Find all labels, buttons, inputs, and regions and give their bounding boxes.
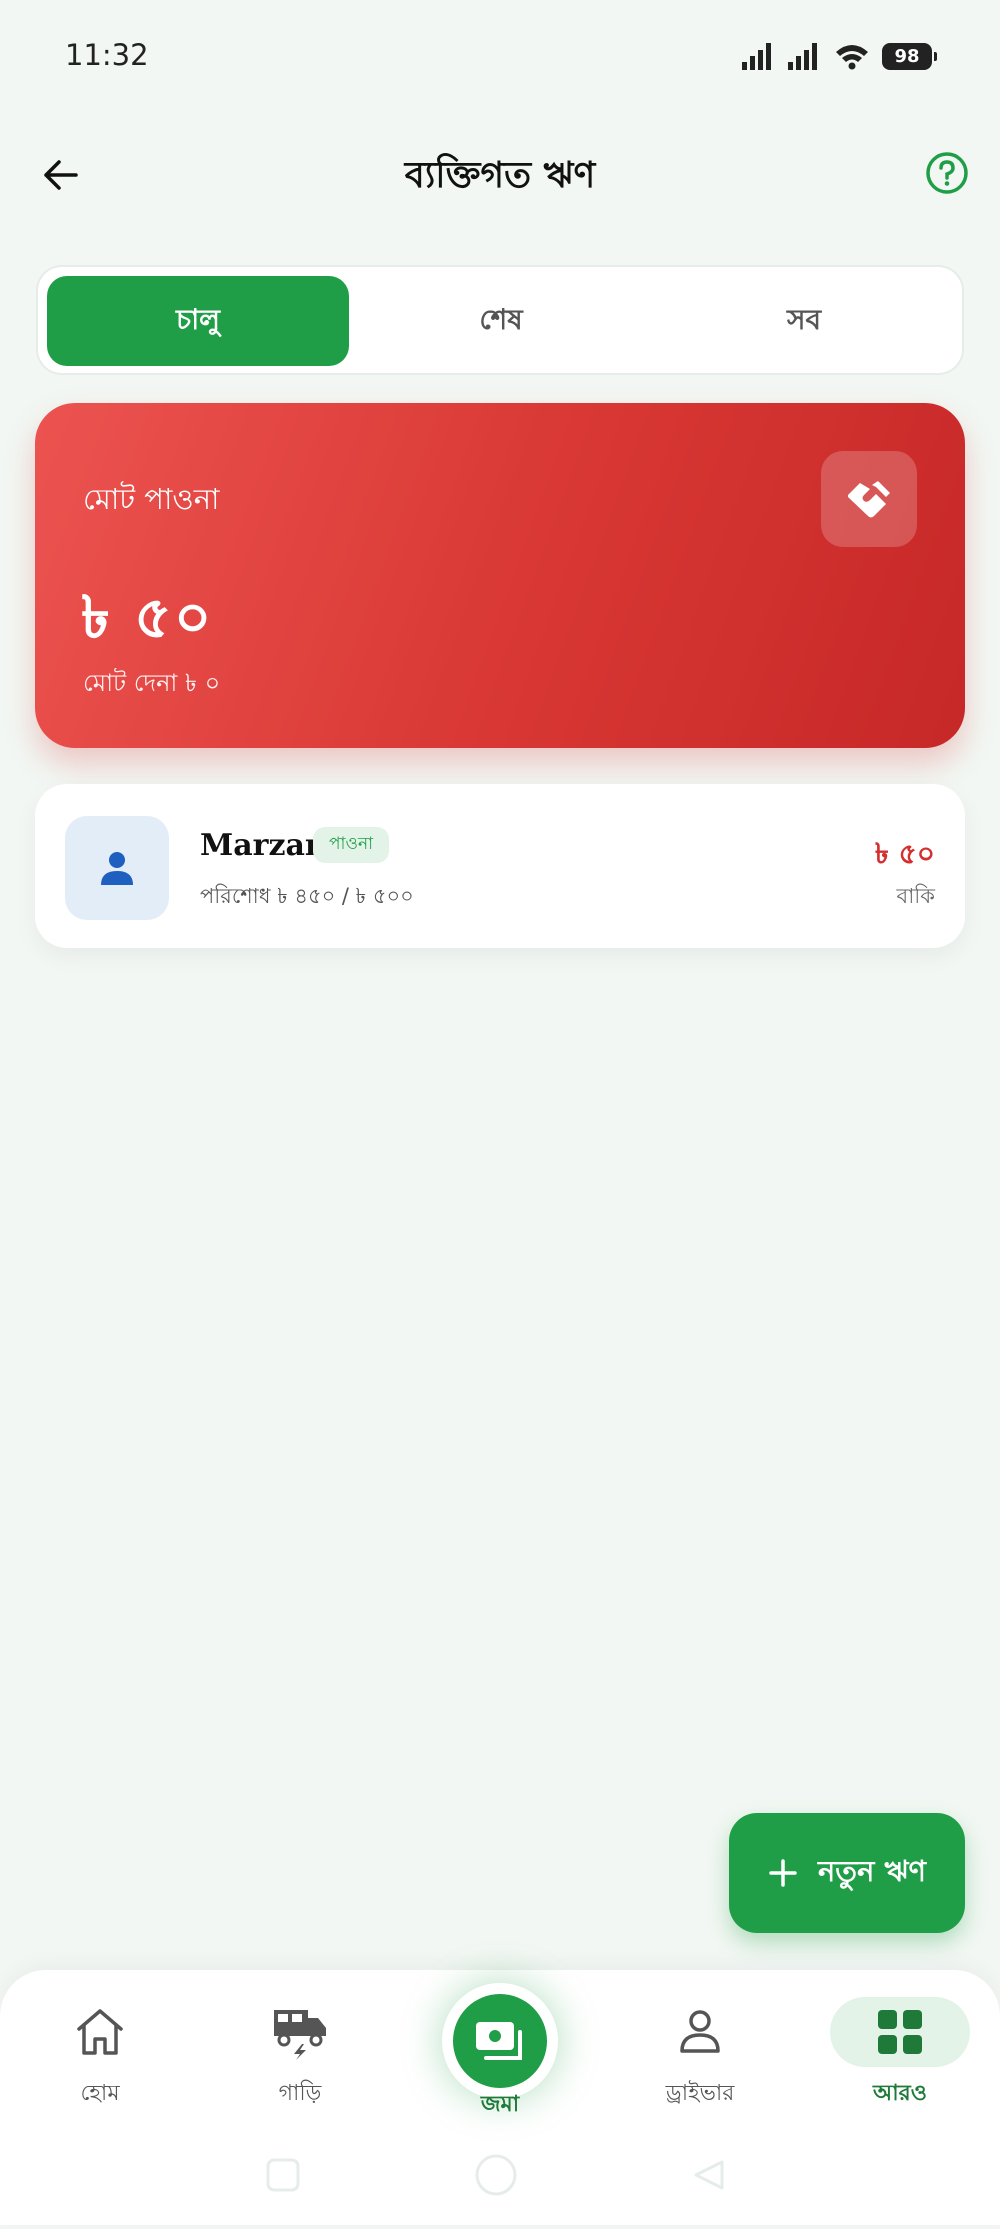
help-circle-icon — [926, 152, 968, 194]
new-loan-label: নতুন ঋণ — [818, 1853, 926, 1888]
deposit-icon — [476, 2022, 522, 2060]
status-bar: 11:32 98 — [0, 0, 1000, 120]
loan-name: Marzan — [200, 828, 327, 863]
status-badge: পাওনা — [313, 827, 390, 863]
handshake-icon — [848, 481, 890, 518]
loan-list-item[interactable]: Marzan পাওনা পরিশোধ ৳ ৪৫০ / ৳ ৫০০ ৳ ৫০ ব… — [35, 784, 965, 948]
nav-driver-label: ড্রাইভার — [665, 2081, 735, 2106]
signal-icon — [788, 43, 817, 70]
home-icon — [77, 2009, 123, 2055]
recent-apps-button — [266, 2158, 300, 2192]
wifi-icon — [836, 45, 868, 70]
summary-amount: ৳ ৫০ — [81, 583, 214, 651]
vehicle-icon — [274, 2010, 326, 2060]
signal-icon — [742, 43, 771, 70]
tab-all[interactable]: সব — [653, 276, 955, 366]
nav-home-label: হোম — [80, 2081, 120, 2106]
grid-icon — [878, 2010, 922, 2054]
status-icons: 98 — [742, 42, 937, 70]
summary-label: মোট পাওনা — [83, 482, 220, 516]
help-button[interactable] — [924, 150, 970, 196]
avatar — [65, 816, 169, 920]
summary-icon-box — [821, 451, 917, 547]
system-nav — [0, 2140, 1000, 2225]
page-title: ব্যক্তিগত ঋণ — [404, 155, 596, 196]
new-loan-button[interactable]: নতুন ঋণ — [729, 1813, 965, 1933]
home-system-button — [475, 2154, 517, 2196]
tab-finished[interactable]: শেষ — [350, 276, 652, 366]
nav-vehicle[interactable]: গাড়ি — [215, 1990, 385, 2113]
summary-payable: মোট দেনা ৳ ০ — [83, 669, 221, 697]
tab-active[interactable]: চালু — [47, 276, 349, 366]
status-time: 11:32 — [65, 38, 149, 72]
system-nav-buttons — [266, 2154, 724, 2196]
nav-more-pill — [830, 1997, 970, 2067]
loan-due-label: বাকি — [896, 884, 935, 908]
battery-icon: 98 — [882, 42, 937, 70]
driver-icon — [680, 2010, 720, 2053]
nav-deposit-label: জমা — [480, 2092, 520, 2117]
plus-icon — [769, 1859, 797, 1887]
status-tabs: চালু শেষ সব — [36, 265, 964, 375]
summary-card: মোট পাওনা ৳ ৫০ মোট দেনা ৳ ০ — [35, 403, 965, 748]
app-header: ব্যক্তিগত ঋণ — [0, 130, 1000, 220]
nav-home[interactable]: হোম — [15, 1990, 185, 2113]
nav-vehicle-label: গাড়ি — [278, 2081, 322, 2106]
nav-driver[interactable]: ড্রাইভার — [615, 1990, 785, 2113]
deposit-button[interactable] — [442, 1983, 558, 2099]
nav-more[interactable]: আরও — [815, 1990, 985, 2113]
back-system-button — [694, 2160, 724, 2190]
nav-more-label: আরও — [873, 2081, 927, 2106]
person-icon — [101, 852, 133, 885]
loan-progress: পরিশোধ ৳ ৪৫০ / ৳ ৫০০ — [200, 884, 414, 908]
loan-due-amount: ৳ ৫০ — [874, 837, 935, 870]
